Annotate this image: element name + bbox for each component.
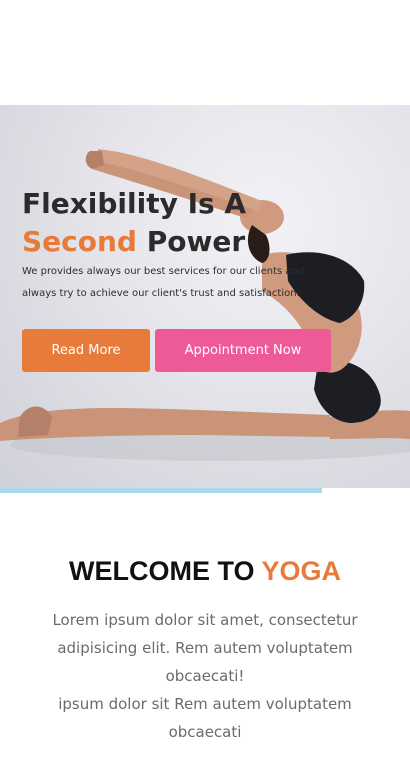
welcome-text-line5: obcaecati: [168, 723, 242, 741]
welcome-text-line2: adipisicing elit. Rem autem voluptatem: [57, 639, 353, 657]
hero-subtitle: We provides always our best services for…: [22, 261, 322, 305]
hero-banner: Flexibility Is A Second Power We provide…: [0, 105, 410, 493]
hero-title-line1: Flexibility Is A: [22, 187, 247, 220]
welcome-heading-accent: YOGA: [261, 556, 342, 586]
hero-subtitle-line1: We provides always our best services for…: [22, 266, 305, 277]
hero-title: Flexibility Is A Second Power: [22, 185, 382, 261]
appointment-now-button[interactable]: Appointment Now: [155, 329, 331, 372]
hero-subtitle-line2: always try to achieve our client's trust…: [22, 288, 300, 299]
header-blank-area: [0, 0, 410, 105]
welcome-text-line3: obcaecati!: [165, 667, 245, 685]
welcome-heading: WELCOME TO YOGA: [0, 556, 410, 587]
hero-title-rest: Power: [146, 225, 246, 258]
read-more-button[interactable]: Read More: [22, 329, 150, 372]
hero-title-line2: Second Power: [22, 223, 382, 261]
slider-progress-fill: [0, 488, 322, 493]
welcome-description: Lorem ipsum dolor sit amet, consectetur …: [30, 606, 380, 746]
hero-title-accent: Second: [22, 225, 137, 258]
welcome-heading-main: WELCOME TO: [68, 556, 255, 586]
slider-progress-bar: [0, 488, 410, 493]
welcome-text-line4: ipsum dolor sit Rem autem voluptatem: [58, 695, 352, 713]
welcome-text-line1: Lorem ipsum dolor sit amet, consectetur: [52, 611, 358, 629]
